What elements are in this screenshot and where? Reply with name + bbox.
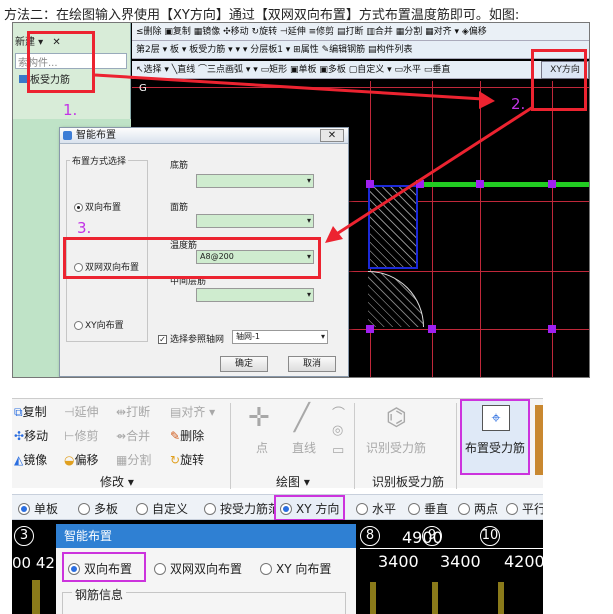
radio-vertical[interactable]: 垂直: [408, 500, 448, 517]
rotate-button[interactable]: ↻旋转: [170, 451, 204, 468]
radio-horizontal[interactable]: 水平: [356, 500, 396, 517]
radio-parallel[interactable]: 平行: [506, 500, 543, 517]
line-icon[interactable]: ╱: [294, 403, 310, 433]
axis-bubble: 8: [360, 526, 380, 546]
column-marker: [432, 582, 438, 614]
offset-icon: ◒: [64, 453, 75, 467]
modify-group-label[interactable]: 修改 ▾: [100, 473, 134, 490]
axis-bubble: 9: [422, 526, 442, 546]
annotation-arrows: [94, 73, 534, 243]
radio-xy[interactable]: XY 向布置: [260, 560, 331, 577]
dimension-line: [360, 548, 543, 549]
copy-icon: ⧉: [14, 405, 23, 419]
place-rebar-button[interactable]: ⌖ 布置受力筋: [460, 399, 530, 475]
arc-icon[interactable]: ⌒: [332, 403, 345, 422]
caption-text: 方法二：在绘图输入界使用【XY方向】通过【双网双向布置】方式布置温度筋即可。如图…: [4, 8, 520, 23]
break-icon: ⇹: [116, 405, 127, 419]
annotation-2: 2.: [511, 95, 526, 113]
group-separator: [230, 403, 231, 489]
merge-icon: ⇴: [116, 429, 127, 443]
radio-double-net[interactable]: 双网双向布置: [154, 560, 242, 577]
place-rebar-icon: ⌖: [482, 405, 510, 431]
identify-rebar-button[interactable]: 识别受力筋: [366, 439, 426, 456]
radio-multi-slab[interactable]: 多板: [78, 500, 118, 517]
annotation-1: 1.: [63, 101, 78, 119]
identify-group-label: 识别板受力筋: [372, 475, 445, 489]
identify-rebar-icon[interactable]: ⌬: [386, 403, 407, 431]
dimension-3400a: 3400: [378, 552, 419, 571]
radio-two-point[interactable]: 两点: [458, 500, 498, 517]
radio-single-slab[interactable]: 单板: [18, 500, 58, 517]
break-button[interactable]: ⇹打断: [116, 403, 150, 420]
offset-button[interactable]: ◒偏移: [64, 451, 99, 468]
split-button[interactable]: ▦分割: [116, 451, 151, 468]
column-marker: [32, 580, 40, 614]
rebar-info-label: 钢筋信息: [72, 586, 127, 603]
extend-icon: ⊣: [64, 405, 75, 419]
rect-icon[interactable]: ▭: [332, 443, 344, 458]
align-icon: ▤: [170, 405, 182, 419]
dialog-titlebar: 智能布置: [56, 524, 356, 548]
eraser-icon: ✎: [170, 429, 181, 443]
point-button[interactable]: 点: [256, 439, 268, 456]
group-separator: [456, 403, 457, 489]
left-dimension: 00 42: [12, 554, 55, 572]
extend-button[interactable]: ⊣延伸: [64, 403, 98, 420]
column-marker: [498, 582, 504, 614]
more-tools-edge: [535, 405, 543, 475]
rotate-icon: ↻: [170, 453, 181, 467]
draw-group-label[interactable]: 绘图 ▾: [276, 473, 310, 490]
column-marker: [370, 582, 376, 614]
radio-custom[interactable]: 自定义: [136, 500, 188, 517]
mirror-button[interactable]: ◭镜像: [14, 451, 47, 468]
group-separator: [354, 403, 355, 489]
mirror-icon: ◭: [14, 453, 24, 467]
delete-button[interactable]: ✎删除: [170, 427, 204, 444]
merge-button[interactable]: ⇴合并: [116, 427, 150, 444]
bottom-smart-layout-dialog: 智能布置 双向布置 双网双向布置 XY 向布置 钢筋信息: [56, 524, 356, 614]
axis-bubble: 3: [14, 526, 34, 546]
dimension-4200: 4200: [504, 552, 543, 571]
split-icon: ▦: [116, 453, 128, 467]
annotation-3: 3.: [77, 219, 92, 237]
ribbon-toolbar: ⧉复制 ⊣延伸 ⇹打断 ▤对齐 ▾ ✣移动 ⊢修剪 ⇴合并 ✎删除 ◭镜像 ◒偏…: [12, 398, 543, 490]
move-button[interactable]: ✣移动: [14, 427, 48, 444]
align-button[interactable]: ▤对齐 ▾: [170, 403, 215, 420]
dimension-3400b: 3400: [440, 552, 481, 571]
radio-xy-direction[interactable]: XY 方向: [274, 495, 346, 521]
axis-bubble: 10: [480, 526, 500, 546]
layout-option-bar: 单板 多板 自定义 按受力筋范围 XY 方向 水平 垂直 两点 平行: [12, 494, 543, 521]
copy-button[interactable]: ⧉复制: [14, 403, 47, 420]
trim-button[interactable]: ⊢修剪: [64, 427, 98, 444]
move-icon: ✣: [14, 429, 25, 443]
line-button[interactable]: 直线: [292, 439, 316, 456]
circle-icon[interactable]: ◎: [332, 423, 343, 438]
radio-two-way[interactable]: 双向布置: [68, 560, 132, 577]
point-icon[interactable]: ✛: [248, 403, 270, 433]
trim-icon: ⊢: [64, 429, 75, 443]
software-screenshot: 新建 ▾ ✕ 索构件... 板受力筋 ≤删除 ▣复制 ▦镜像 ✣移动 ↻旋转 ⊣…: [12, 22, 590, 378]
